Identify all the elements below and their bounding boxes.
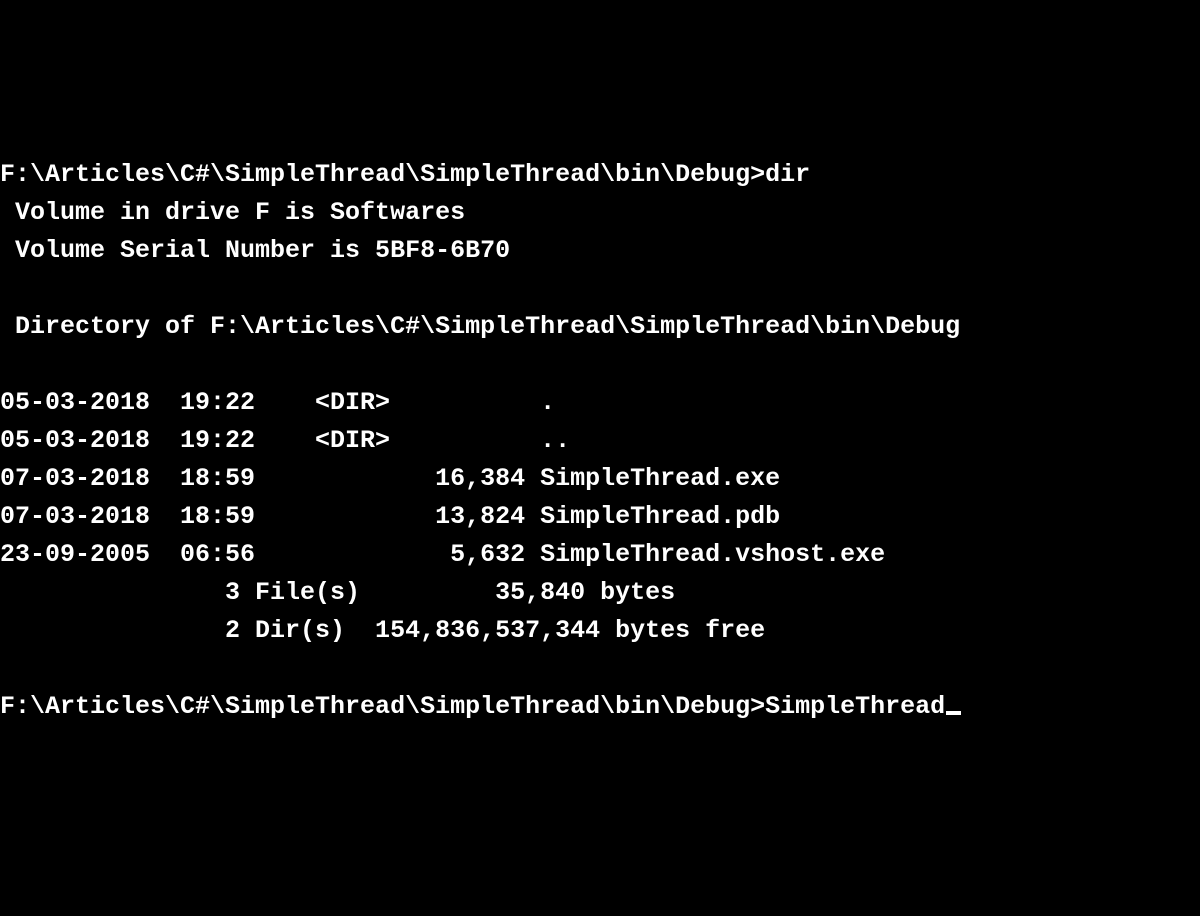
dir-entry: 07-03-2018 18:59 13,824 SimpleThread.pdb <box>0 498 1200 536</box>
summary-files-line: 3 File(s) 35,840 bytes <box>0 574 1200 612</box>
dir-entry: 07-03-2018 18:59 16,384 SimpleThread.exe <box>0 460 1200 498</box>
terminal-output[interactable]: F:\Articles\C#\SimpleThread\SimpleThread… <box>0 156 1200 726</box>
blank-line <box>0 270 1200 308</box>
dir-entry: 05-03-2018 19:22 <DIR> .. <box>0 422 1200 460</box>
prompt-command: SimpleThread <box>765 692 945 721</box>
prompt-line-2: F:\Articles\C#\SimpleThread\SimpleThread… <box>0 688 1200 726</box>
volume-serial-line: Volume Serial Number is 5BF8-6B70 <box>0 232 1200 270</box>
prompt-command: dir <box>765 160 810 189</box>
summary-dirs-line: 2 Dir(s) 154,836,537,344 bytes free <box>0 612 1200 650</box>
blank-line <box>0 346 1200 384</box>
blank-line <box>0 650 1200 688</box>
prompt-path: F:\Articles\C#\SimpleThread\SimpleThread… <box>0 692 765 721</box>
dir-entry: 05-03-2018 19:22 <DIR> . <box>0 384 1200 422</box>
directory-of-line: Directory of F:\Articles\C#\SimpleThread… <box>0 308 1200 346</box>
prompt-line-1: F:\Articles\C#\SimpleThread\SimpleThread… <box>0 156 1200 194</box>
prompt-path: F:\Articles\C#\SimpleThread\SimpleThread… <box>0 160 765 189</box>
cursor-icon <box>946 711 961 715</box>
dir-entry: 23-09-2005 06:56 5,632 SimpleThread.vsho… <box>0 536 1200 574</box>
volume-label-line: Volume in drive F is Softwares <box>0 194 1200 232</box>
